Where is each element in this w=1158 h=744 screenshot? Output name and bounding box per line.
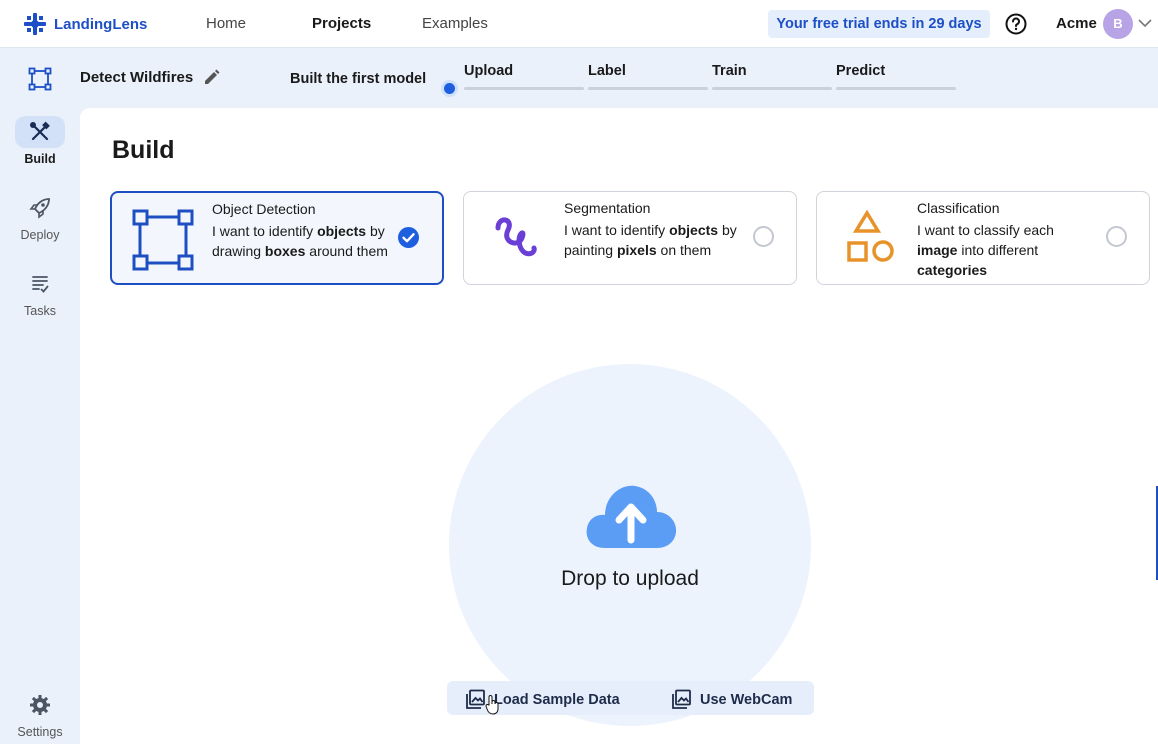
rail-item-build[interactable]: Build xyxy=(0,116,80,166)
step-upload[interactable]: Upload xyxy=(464,63,584,90)
step-upload-bar xyxy=(464,87,584,90)
card-classification[interactable]: Classification I want to classify each i… xyxy=(816,191,1150,285)
rail-item-settings[interactable]: Settings xyxy=(0,689,80,739)
card-title: Classification xyxy=(917,200,1000,216)
webcam-label: Use WebCam xyxy=(700,691,793,708)
check-circle-icon[interactable] xyxy=(397,226,420,249)
project-icon[interactable] xyxy=(28,67,52,91)
card-title: Segmentation xyxy=(564,200,651,216)
step-train[interactable]: Train xyxy=(712,63,832,90)
rail-label-build: Build xyxy=(24,152,56,166)
step-label-label: Label xyxy=(588,63,626,79)
step-label[interactable]: Label xyxy=(588,63,708,90)
step-train-bar xyxy=(712,87,832,90)
step-upload-label: Upload xyxy=(464,63,514,79)
rail-label-deploy: Deploy xyxy=(20,228,60,242)
rail-item-deploy[interactable]: Deploy xyxy=(0,192,80,242)
step-predict-label: Predict xyxy=(836,63,886,79)
nav-examples[interactable]: Examples xyxy=(422,15,488,32)
use-webcam-button[interactable]: Use WebCam xyxy=(671,689,792,710)
milestone-label: Built the first model xyxy=(290,71,427,87)
rail-item-tasks[interactable]: Tasks xyxy=(0,268,80,318)
rail-label-tasks: Tasks xyxy=(24,304,56,318)
build-tools-icon xyxy=(15,116,65,148)
page-title: Build xyxy=(112,136,175,164)
image-gallery-icon xyxy=(672,689,691,709)
upload-actions: Load Sample Data Use WebCam xyxy=(447,681,814,715)
nav-home[interactable]: Home xyxy=(206,15,246,32)
bounding-box-icon xyxy=(132,209,194,271)
step-predict-bar xyxy=(836,87,956,90)
nav-projects[interactable]: Projects xyxy=(312,15,371,32)
load-sample-label: Load Sample Data xyxy=(494,691,620,708)
left-rail: Build Deploy Tasks Settings xyxy=(0,48,80,744)
step-predict[interactable]: Predict xyxy=(836,63,956,90)
step-label-bar xyxy=(588,87,708,90)
app-logo[interactable]: LandingLens xyxy=(22,11,147,37)
tasks-list-icon xyxy=(15,268,65,300)
card-description: I want to classify each image into diffe… xyxy=(917,222,1054,278)
drop-text: Drop to upload xyxy=(561,567,699,590)
squiggle-paint-icon xyxy=(495,217,537,257)
help-icon[interactable] xyxy=(1005,13,1027,35)
radio-unselected[interactable] xyxy=(753,226,774,247)
image-gallery-icon xyxy=(466,689,485,709)
card-description: I want to identify objects by drawing bo… xyxy=(212,223,388,259)
project-title[interactable]: Detect Wildfires xyxy=(80,69,193,86)
rocket-icon xyxy=(15,192,65,224)
chevron-down-icon[interactable] xyxy=(1138,18,1152,28)
radio-unselected[interactable] xyxy=(1106,226,1127,247)
hand-cursor-icon xyxy=(485,695,499,715)
step-train-label: Train xyxy=(712,63,747,79)
rail-label-settings: Settings xyxy=(17,725,63,739)
card-segmentation[interactable]: Segmentation I want to identify objects … xyxy=(463,191,797,285)
pencil-edit-icon[interactable] xyxy=(203,69,220,86)
org-name[interactable]: Acme xyxy=(1056,15,1097,32)
app-name: LandingLens xyxy=(54,15,148,33)
avatar[interactable]: B xyxy=(1103,9,1133,39)
main-panel: Build Object Detection I want to identif… xyxy=(80,108,1158,744)
top-bar: LandingLens Home Projects Examples Your … xyxy=(0,0,1158,48)
card-title: Object Detection xyxy=(212,201,316,217)
progress-dot xyxy=(444,83,455,94)
cloud-upload-icon xyxy=(586,485,677,548)
landinglens-logo-icon xyxy=(24,13,46,35)
card-object-detection[interactable]: Object Detection I want to identify obje… xyxy=(110,191,444,285)
card-description: I want to identify objects by painting p… xyxy=(564,222,737,258)
trial-banner[interactable]: Your free trial ends in 29 days xyxy=(768,10,990,38)
shapes-icon xyxy=(847,209,894,262)
gear-icon xyxy=(15,689,65,721)
